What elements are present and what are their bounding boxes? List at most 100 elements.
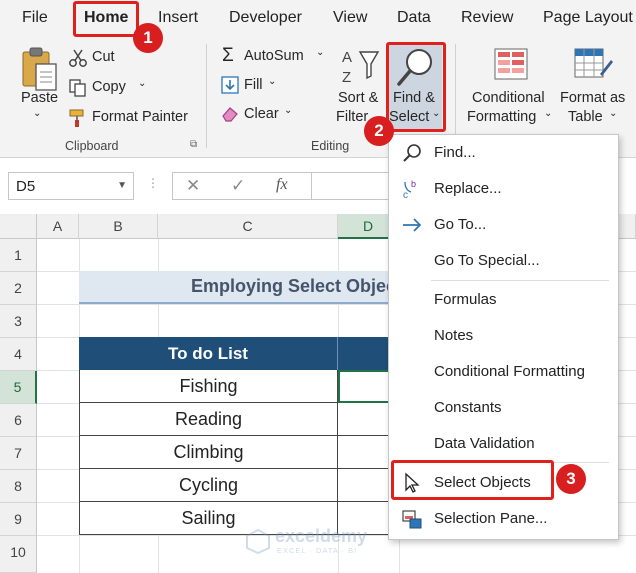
menu-item-formulas[interactable]: Formulas [389, 283, 618, 317]
tab-page-layout[interactable]: Page Layout [543, 9, 633, 27]
step-badge-3: 3 [556, 464, 586, 494]
sort-filter-label-1: Sort & [338, 90, 379, 106]
tab-developer[interactable]: Developer [229, 9, 302, 27]
menu-item-replace-label: Replace... [434, 180, 502, 197]
row-header-3[interactable]: 3 [0, 305, 37, 338]
row-header-4[interactable]: 4 [0, 338, 37, 371]
menu-item-notes[interactable]: Notes [389, 319, 618, 353]
clipboard-launcher-icon[interactable]: ⧉ [190, 139, 197, 150]
menu-item-conditional-formatting[interactable]: Conditional Formatting [389, 355, 618, 389]
table-cell-item[interactable]: Fishing [79, 370, 338, 403]
menu-item-goto-label: Go To... [434, 216, 487, 233]
table-cell-item[interactable]: Reading [79, 403, 338, 436]
menu-item-find[interactable]: Find... [389, 136, 618, 170]
insert-function-icon[interactable]: fx [276, 176, 288, 194]
ribbon-separator [455, 44, 456, 148]
menu-item-goto-special[interactable]: Go To Special... [389, 244, 618, 278]
table-cell-item[interactable]: Cycling [79, 469, 338, 502]
tab-review[interactable]: Review [461, 9, 513, 27]
column-header-c[interactable]: C [158, 214, 338, 239]
menu-item-data-validation-label: Data Validation [434, 435, 535, 452]
formula-buttons: ✕ ✓ fx [172, 172, 312, 200]
table-cell-item[interactable]: Climbing [79, 436, 338, 469]
cancel-icon[interactable]: ✕ [186, 176, 200, 196]
table-header-label: To do List [168, 344, 248, 363]
tab-file[interactable]: File [22, 9, 48, 27]
step-badge-1: 1 [133, 23, 163, 53]
menu-item-replace[interactable]: b c Replace... [389, 172, 618, 206]
magnifier-icon [403, 144, 421, 162]
clear-label: Clear [244, 106, 279, 122]
paste-label: Paste [21, 90, 59, 106]
menu-item-notes-label: Notes [434, 327, 474, 344]
format-painter-label: Format Painter [92, 109, 188, 125]
column-header-a[interactable]: A [37, 214, 79, 239]
menu-item-selection-pane-label: Selection Pane... [434, 510, 548, 527]
watermark-logo-icon [246, 528, 270, 554]
formula-bar-grip-icon: ⋮ [147, 176, 159, 190]
arrow-right-icon [403, 218, 422, 232]
menu-item-constants-label: Constants [434, 399, 502, 416]
row-header-7[interactable]: 7 [0, 437, 37, 470]
watermark-name: exceldemy [275, 526, 368, 546]
enter-icon[interactable]: ✓ [231, 176, 245, 196]
row-header-6[interactable]: 6 [0, 404, 37, 437]
tab-view[interactable]: View [333, 9, 367, 27]
format-as-table-label-2: Table [568, 109, 603, 125]
menu-item-formulas-label: Formulas [434, 291, 497, 308]
fill-label: Fill [244, 77, 263, 93]
fill-down-icon [221, 76, 239, 94]
menu-item-goto[interactable]: Go To... [389, 208, 618, 242]
row-header-2[interactable]: 2 [0, 272, 37, 305]
tab-data[interactable]: Data [397, 9, 431, 27]
paste-dropdown-icon[interactable]: ⌄ [33, 108, 41, 119]
eraser-icon [222, 107, 238, 122]
copy-dropdown-icon[interactable]: ⌄ [138, 78, 146, 89]
svg-text:c: c [403, 190, 408, 200]
svg-text:A: A [342, 49, 352, 66]
name-box-dropdown-icon[interactable]: ▼ [117, 180, 127, 191]
sheet-title-cell[interactable]: Employing Select Objects [79, 271, 399, 304]
scissors-icon [69, 49, 87, 67]
conditional-formatting-dropdown-icon[interactable]: ⌄ [544, 108, 552, 119]
paste-icon [22, 47, 57, 91]
row-header-8[interactable]: 8 [0, 470, 37, 503]
autosum-label: AutoSum [244, 48, 304, 64]
formula-input[interactable] [312, 172, 396, 200]
replace-icon: b c [403, 179, 416, 200]
cut-label: Cut [92, 49, 115, 65]
svg-text:Z: Z [342, 69, 351, 86]
column-header-b[interactable]: B [79, 214, 158, 239]
table-header-divider [337, 337, 338, 370]
row-header-10[interactable]: 10 [0, 536, 37, 573]
tab-insert[interactable]: Insert [158, 9, 198, 27]
conditional-formatting-label-2: Formatting [467, 109, 537, 125]
menu-item-goto-special-label: Go To Special... [434, 252, 540, 269]
format-as-table-icon [574, 48, 613, 78]
select-all-corner[interactable] [0, 214, 37, 239]
highlight-find-select [386, 42, 446, 132]
menu-item-selection-pane[interactable]: Selection Pane... [389, 502, 618, 536]
name-box[interactable]: D5 ▼ [8, 172, 134, 200]
svg-text:b: b [411, 179, 416, 189]
row-header-9[interactable]: 9 [0, 503, 37, 536]
conditional-formatting-label-1: Conditional [472, 90, 545, 106]
clear-dropdown-icon[interactable]: ⌄ [284, 105, 292, 116]
clipboard-group-label: Clipboard [65, 139, 119, 153]
menu-item-data-validation[interactable]: Data Validation [389, 427, 618, 461]
menu-item-find-label: Find... [434, 144, 476, 161]
format-as-table-dropdown-icon[interactable]: ⌄ [609, 108, 617, 119]
copy-icon [69, 79, 86, 97]
table-header-row[interactable]: To do List [79, 337, 399, 370]
row-header-1[interactable]: 1 [0, 239, 37, 272]
watermark: exceldemy EXCEL · DATA · BI [245, 526, 395, 556]
ribbon-separator [206, 44, 207, 148]
sigma-icon: Σ [222, 45, 234, 66]
row-header-5[interactable]: 5 [0, 371, 37, 404]
sort-filter-icon: A Z [342, 49, 380, 86]
editing-group-label: Editing [311, 139, 350, 153]
menu-item-constants[interactable]: Constants [389, 391, 618, 425]
fill-dropdown-icon[interactable]: ⌄ [268, 76, 276, 87]
watermark-tagline: EXCEL · DATA · BI [277, 546, 358, 555]
autosum-dropdown-icon[interactable]: ⌄ [316, 47, 324, 58]
